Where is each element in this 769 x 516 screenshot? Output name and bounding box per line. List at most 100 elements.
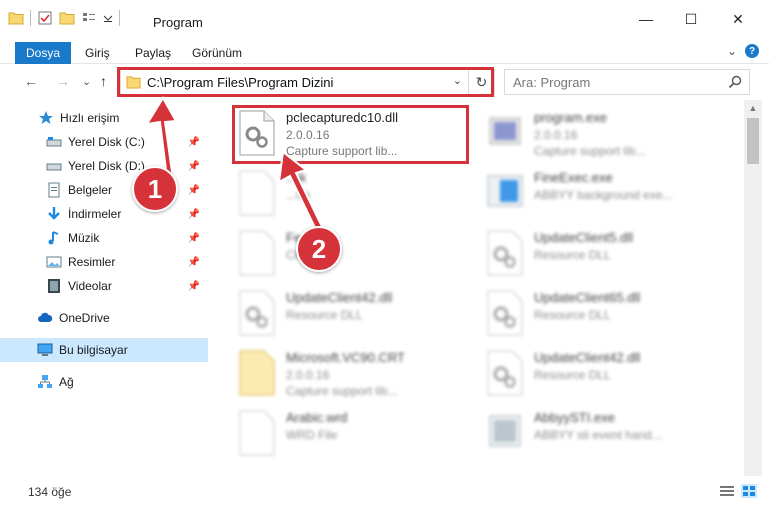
sidebar-item-pictures[interactable]: Resimler 📌 bbox=[0, 250, 208, 274]
large-icons-view-icon[interactable] bbox=[741, 484, 757, 498]
sidebar-item-onedrive[interactable]: OneDrive bbox=[0, 306, 208, 330]
drive-icon bbox=[46, 137, 62, 147]
sidebar-item-videos[interactable]: Videolar 📌 bbox=[0, 274, 208, 298]
file-description: Capture support lib... bbox=[534, 144, 646, 158]
sidebar-item-label: Resimler bbox=[68, 255, 116, 269]
file-item[interactable]: ...jk ...Ck bbox=[238, 166, 478, 226]
tab-file[interactable]: Dosya bbox=[15, 42, 71, 64]
sidebar-item-label: OneDrive bbox=[59, 311, 110, 325]
file-description: Resource DLL bbox=[286, 308, 363, 322]
sidebar-item-quick-access[interactable]: Hızlı erişim bbox=[0, 106, 208, 130]
ribbon-tabs: Dosya Giriş Paylaş Görünüm ⌄ ? bbox=[0, 38, 769, 64]
sidebar-item-this-pc[interactable]: Bu bilgisayar bbox=[0, 338, 208, 362]
search-box[interactable]: Ara: Program bbox=[504, 69, 750, 95]
sidebar-item-drive-d[interactable]: Yerel Disk (D:) 📌 bbox=[0, 154, 208, 178]
sidebar-item-network[interactable]: Ağ bbox=[0, 370, 208, 394]
dll-file-icon bbox=[487, 350, 523, 396]
view-options-icon[interactable] bbox=[81, 10, 97, 26]
sidebar-item-label: Yerel Disk (C:) bbox=[68, 135, 145, 149]
address-highlight-box bbox=[117, 67, 494, 97]
scroll-thumb[interactable] bbox=[747, 118, 759, 164]
file-name: Arabic.wrd bbox=[286, 410, 348, 425]
file-item[interactable]: Arabic.wrd WRD File bbox=[238, 406, 478, 466]
search-input[interactable]: Ara: Program bbox=[513, 75, 590, 90]
file-icon bbox=[239, 410, 275, 456]
file-item[interactable]: Fe...jk CK... bbox=[238, 226, 478, 286]
status-bar: 134 öğe bbox=[0, 476, 769, 516]
toolbar-separator bbox=[119, 10, 120, 26]
file-icon bbox=[239, 170, 275, 216]
sidebar-item-label: Bu bilgisayar bbox=[59, 343, 128, 357]
quick-access-toolbar bbox=[8, 10, 120, 26]
videos-icon bbox=[48, 279, 60, 293]
file-description: Resource DLL bbox=[534, 308, 611, 322]
scroll-up-arrow-icon[interactable]: ▲ bbox=[744, 100, 762, 116]
folder-file-icon bbox=[239, 350, 275, 396]
file-name: UpdateClient42.dll bbox=[286, 290, 393, 305]
pin-icon: 📌 bbox=[187, 208, 200, 220]
sidebar-item-label: Ağ bbox=[59, 375, 74, 389]
pin-icon: 📌 bbox=[187, 160, 200, 172]
ribbon-expand-button[interactable]: ⌄ bbox=[727, 44, 737, 58]
sidebar-item-downloads[interactable]: İndirmeler 📌 bbox=[0, 202, 208, 226]
file-description: WRD File bbox=[286, 428, 338, 442]
pin-icon: 📌 bbox=[187, 256, 200, 268]
file-item[interactable]: UpdateClient65.dll Resource DLL bbox=[486, 286, 726, 346]
minimize-button[interactable]: — bbox=[624, 4, 668, 34]
file-description: ABBYY sti event hand... bbox=[534, 428, 662, 442]
sidebar-item-label: Videolar bbox=[68, 279, 112, 293]
pin-icon: 📌 bbox=[187, 280, 200, 292]
back-button[interactable]: ← bbox=[24, 73, 38, 89]
cloud-icon bbox=[38, 312, 53, 322]
sidebar-item-drive-c[interactable]: Yerel Disk (C:) 📌 bbox=[0, 130, 208, 154]
window-title: Program bbox=[153, 15, 203, 30]
tab-home[interactable]: Giriş bbox=[85, 46, 110, 60]
details-view-icon[interactable] bbox=[719, 484, 735, 498]
vertical-scrollbar[interactable]: ▲ bbox=[744, 100, 762, 476]
file-icon bbox=[239, 230, 275, 276]
dll-file-icon bbox=[239, 290, 275, 336]
exe-file-icon bbox=[489, 415, 521, 447]
recent-locations-button[interactable]: ⌄ bbox=[82, 75, 91, 88]
pin-icon: 📌 bbox=[187, 232, 200, 244]
maximize-button[interactable]: ☐ bbox=[669, 4, 713, 34]
search-icon[interactable] bbox=[727, 74, 743, 90]
new-folder-icon[interactable] bbox=[59, 10, 75, 26]
folder-icon[interactable] bbox=[8, 10, 24, 26]
file-item[interactable]: UpdateClient5.dll Resource DLL bbox=[486, 226, 726, 286]
navigation-pane: Hızlı erişim Yerel Disk (C:) 📌 Yerel Dis… bbox=[0, 100, 208, 476]
file-item[interactable]: FineExec.exe ABBYY background exe... bbox=[486, 166, 726, 226]
properties-icon[interactable] bbox=[37, 10, 53, 26]
file-item[interactable]: program.exe 2.0.0.16 Capture support lib… bbox=[486, 106, 726, 166]
tab-view[interactable]: Görünüm bbox=[192, 46, 242, 60]
file-name: program.exe bbox=[534, 110, 607, 125]
tab-share[interactable]: Paylaş bbox=[135, 46, 171, 60]
close-button[interactable]: ✕ bbox=[716, 4, 760, 34]
pin-icon: 📌 bbox=[187, 136, 200, 148]
file-name: Microsoft.VC90.CRT bbox=[286, 350, 405, 365]
up-button[interactable]: ↑ bbox=[100, 73, 107, 89]
title-bar: Program — ☐ ✕ bbox=[0, 0, 769, 38]
file-item[interactable]: AbbyySTI.exe ABBYY sti event hand... bbox=[486, 406, 726, 466]
dll-file-icon bbox=[487, 230, 523, 276]
file-item[interactable]: UpdateClient42.dll Resource DLL bbox=[238, 286, 478, 346]
file-item[interactable]: UpdateClient42.dll Resource DLL bbox=[486, 346, 726, 406]
sidebar-item-music[interactable]: Müzik 📌 bbox=[0, 226, 208, 250]
pin-icon: 📌 bbox=[187, 184, 200, 196]
help-button[interactable]: ? bbox=[745, 44, 759, 58]
forward-button[interactable]: → bbox=[56, 73, 70, 89]
file-name: UpdateClient65.dll bbox=[534, 290, 641, 305]
documents-icon bbox=[48, 182, 60, 198]
computer-icon bbox=[37, 343, 53, 356]
customize-toolbar-icon[interactable] bbox=[103, 10, 113, 26]
exe-file-icon bbox=[489, 117, 521, 145]
file-item[interactable]: Microsoft.VC90.CRT 2.0.0.16 Capture supp… bbox=[238, 346, 478, 406]
sidebar-item-label: Yerel Disk (D:) bbox=[68, 159, 145, 173]
step-badge-2: 2 bbox=[296, 226, 342, 272]
dll-file-icon bbox=[487, 290, 523, 336]
file-name: ...jk bbox=[286, 170, 307, 185]
network-icon bbox=[38, 375, 52, 388]
star-icon bbox=[39, 111, 53, 124]
item-count: 134 öğe bbox=[28, 485, 72, 499]
file-description: ABBYY background exe... bbox=[534, 188, 673, 202]
